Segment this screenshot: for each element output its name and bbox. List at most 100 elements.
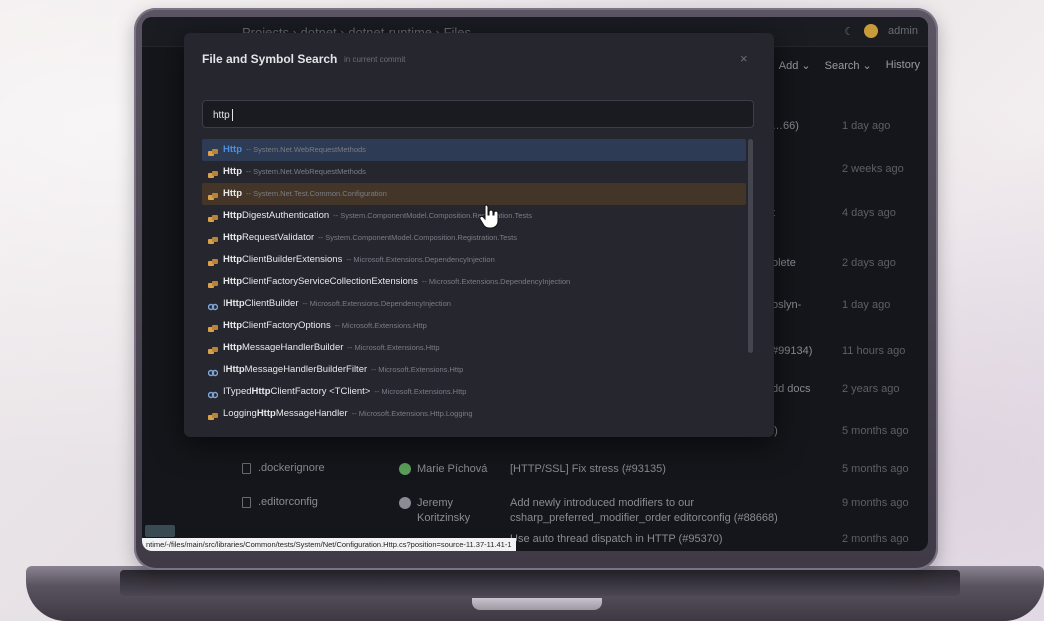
modal-subtitle: in current commit	[344, 55, 406, 64]
result-name-suffix: MessageHandlerBuilder	[242, 342, 344, 353]
search-modal: File and Symbol Search in current commit…	[184, 33, 774, 437]
result-label: HttpClientFactoryServiceCollectionExtens…	[223, 276, 570, 287]
commit-message[interactable]: [HTTP/SSL] Fix stress (#93135)	[510, 462, 666, 477]
result-namespace: -- Microsoft.Extensions.DependencyInject…	[346, 255, 495, 264]
result-namespace: -- Microsoft.Extensions.Http	[374, 387, 467, 396]
avatar	[399, 463, 411, 475]
search-result-item[interactable]: LoggingHttpMessageHandler -- Microsoft.Ex…	[202, 403, 746, 425]
result-label: IHttpMessageHandlerBuilderFilter -- Micro…	[223, 364, 463, 375]
commit-time: 5 months ago	[842, 425, 909, 437]
search-result-item[interactable]: HttpClientBuilderExtensions -- Microsoft.…	[202, 249, 746, 271]
result-label: HttpClientBuilderExtensions -- Microsoft.…	[223, 254, 495, 265]
commit-time: 1 day ago	[842, 120, 891, 132]
result-name-match: Http	[223, 188, 242, 199]
class-icon	[208, 189, 218, 200]
commit-time: 5 months ago	[842, 463, 909, 475]
result-label: Http -- System.Net.Test.Common.Configurat…	[223, 188, 387, 199]
commit-author[interactable]: Marie Píchová	[417, 462, 487, 477]
commit-time: 4 days ago	[842, 207, 896, 219]
result-name-match: Http	[223, 276, 242, 287]
close-icon[interactable]: ×	[740, 51, 748, 66]
interface-icon	[207, 299, 219, 311]
header-right: ☾ admin	[844, 24, 918, 38]
result-name-suffix: MessageHandler	[275, 408, 348, 419]
commit-message[interactable]: Add newly introduced modifiers to our cs…	[510, 496, 790, 526]
result-label: Http -- System.Net.WebRequestMethods	[223, 166, 366, 177]
search-result-item[interactable]: IHttpMessageHandlerBuilderFilter -- Micro…	[202, 359, 746, 381]
laptop-screen: Projects › dotnet › dotnet-runtime › Fil…	[142, 17, 928, 551]
class-icon	[208, 343, 218, 354]
commit-time: 1 day ago	[842, 299, 891, 311]
result-label: HttpRequestValidator -- System.ComponentM…	[223, 232, 517, 243]
search-result-item[interactable]: ITypedHttpClientFactory <TClient> -- Micr…	[202, 381, 746, 403]
result-label: HttpMessageHandlerBuilder -- Microsoft.Ex…	[223, 342, 440, 353]
search-result-item[interactable]: Http -- System.Net.WebRequestMethods	[202, 139, 746, 161]
commit-message[interactable]: Use auto thread dispatch in HTTP (#95370…	[510, 532, 723, 547]
result-name-suffix: MessageHandlerBuilderFilter	[244, 364, 368, 375]
result-name-match: Http	[223, 144, 242, 155]
result-label: IHttpClientBuilder -- Microsoft.Extension…	[223, 298, 451, 309]
commit-time: 11 hours ago	[842, 345, 906, 357]
moon-icon[interactable]: ☾	[844, 25, 854, 38]
commit-time: 2 days ago	[842, 257, 896, 269]
search-result-item[interactable]: HttpDigestAuthentication -- System.Compon…	[202, 205, 746, 227]
result-namespace: -- Microsoft.Extensions.DependencyInject…	[421, 277, 571, 286]
search-result-item[interactable]: Http -- System.Net.Test.Common.Configurat…	[202, 183, 746, 205]
avatar[interactable]	[864, 24, 879, 38]
result-label: ITypedHttpClientFactory <TClient> -- Micr…	[223, 386, 466, 397]
result-name-suffix: RequestValidator	[242, 232, 315, 243]
commit-message[interactable]: …66)	[772, 119, 799, 134]
class-icon	[208, 211, 218, 222]
result-namespace: -- Microsoft.Extensions.Http	[334, 321, 427, 330]
result-name-prefix: ITyped	[223, 386, 252, 397]
class-icon	[208, 255, 218, 266]
commit-message[interactable]: olete	[772, 256, 796, 271]
search-menu-button[interactable]: Search ⌄	[825, 59, 872, 72]
results-scrollbar[interactable]	[748, 139, 753, 353]
commit-message[interactable]: dd docs	[772, 382, 811, 397]
commit-time: 9 months ago	[842, 497, 909, 509]
result-namespace: -- Microsoft.Extensions.Http	[347, 343, 440, 352]
search-result-item[interactable]: IHttpClientBuilder -- Microsoft.Extension…	[202, 293, 746, 315]
modal-title: File and Symbol Search	[202, 52, 338, 66]
result-name-match: Http	[225, 364, 245, 375]
result-name-match: Http	[251, 386, 271, 397]
commit-time: 2 months ago	[842, 533, 909, 545]
class-icon	[208, 145, 218, 156]
file-name[interactable]: .dockerignore	[258, 462, 325, 474]
file-icon	[242, 497, 251, 508]
result-name-match: Http	[223, 232, 242, 243]
history-button[interactable]: History	[886, 59, 920, 72]
result-name-suffix: ClientFactoryOptions	[242, 320, 331, 331]
result-label: Http -- System.Net.WebRequestMethods	[223, 144, 366, 155]
search-result-item[interactable]: HttpRequestValidator -- System.ComponentM…	[202, 227, 746, 249]
search-result-item[interactable]: HttpClientFactoryOptions -- Microsoft.Ext…	[202, 315, 746, 337]
laptop-notch	[472, 598, 602, 610]
search-box[interactable]	[202, 100, 754, 128]
result-namespace: -- System.Net.WebRequestMethods	[246, 167, 366, 176]
file-name[interactable]: .editorconfig	[258, 496, 318, 508]
result-namespace: -- Microsoft.Extensions.DependencyInject…	[302, 299, 451, 308]
results-list: Http -- System.Net.WebRequestMethods Http -…	[202, 139, 746, 425]
search-result-item[interactable]: HttpMessageHandlerBuilder -- Microsoft.Ex…	[202, 337, 746, 359]
result-name-prefix: Logging	[223, 408, 257, 419]
add-menu-button[interactable]: Add ⌄	[779, 59, 811, 72]
result-namespace: -- System.ComponentModel.Composition.Reg…	[318, 233, 518, 242]
toolbar: Add ⌄ Search ⌄ History	[779, 59, 920, 72]
result-name-suffix: DigestAuthentication	[242, 210, 330, 221]
status-bar-url: ntime/-/files/main/src/libraries/Common/…	[142, 538, 516, 551]
commit-message[interactable]: #99134)	[772, 344, 812, 359]
result-name-match: Http	[225, 298, 245, 309]
result-name-suffix: ClientFactoryServiceCollectionExtensions	[242, 276, 418, 287]
result-namespace: -- Microsoft.Extensions.Http	[371, 365, 464, 374]
commit-author[interactable]: Jeremy Koritzinsky	[417, 496, 507, 526]
user-name[interactable]: admin	[888, 25, 918, 37]
result-namespace: -- System.Net.WebRequestMethods	[246, 145, 366, 154]
result-label: HttpClientFactoryOptions -- Microsoft.Ext…	[223, 320, 427, 331]
search-input[interactable]	[213, 108, 733, 122]
search-result-item[interactable]: Http -- System.Net.WebRequestMethods	[202, 161, 746, 183]
interface-icon	[207, 387, 219, 399]
search-result-item[interactable]: HttpClientFactoryServiceCollectionExtens…	[202, 271, 746, 293]
commit-message[interactable]: oslyn-	[772, 298, 801, 313]
class-icon	[208, 167, 218, 178]
